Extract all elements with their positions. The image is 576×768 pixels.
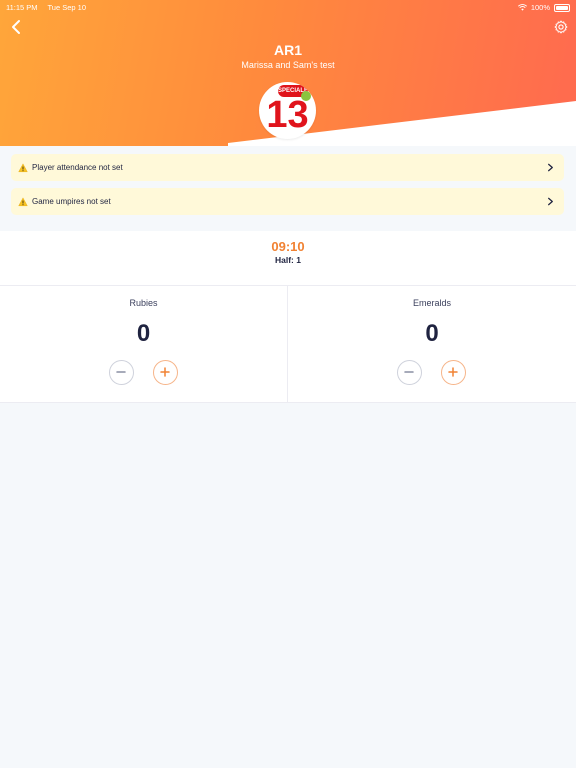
settings-gear-icon[interactable]	[554, 20, 568, 34]
wifi-icon	[517, 4, 527, 11]
decrement-score-button[interactable]	[397, 360, 422, 385]
battery-percent: 100%	[530, 3, 550, 12]
game-subtitle: Marissa and Sam's test	[241, 60, 335, 70]
minus-icon	[116, 371, 126, 373]
team-score: 0	[136, 320, 151, 347]
plus-icon	[160, 367, 170, 377]
chevron-right-icon	[548, 197, 553, 206]
status-bar: 11:15 PM Tue Sep 10 100%	[0, 0, 576, 14]
decrement-score-button[interactable]	[109, 360, 134, 385]
team-panel-away: Emeralds 0	[288, 286, 576, 402]
chevron-right-icon	[548, 163, 553, 172]
team-name: Rubies	[129, 298, 158, 308]
plus-icon	[448, 367, 458, 377]
team-score: 0	[425, 320, 439, 347]
increment-score-button[interactable]	[441, 360, 466, 385]
warning-icon	[18, 162, 28, 172]
alert-player-attendance[interactable]: Player attendance not set	[11, 154, 564, 181]
increment-score-button[interactable]	[153, 360, 178, 385]
team-name: Emeralds	[412, 298, 451, 308]
status-time: 11:15 PM	[6, 3, 38, 12]
team-logo: 13 SPECIALE	[259, 82, 316, 139]
alert-game-umpires[interactable]: Game umpires not set	[11, 188, 564, 215]
battery-icon	[554, 3, 570, 12]
minus-icon	[404, 371, 414, 373]
alert-text: Player attendance not set	[32, 163, 123, 172]
game-title: AR1	[273, 42, 302, 58]
clock-time: 09:10	[271, 239, 305, 254]
game-clock[interactable]: 09:10 Half: 1	[0, 231, 576, 285]
logo-dot-icon	[301, 91, 311, 101]
status-date: Tue Sep 10	[47, 3, 87, 12]
alert-text: Game umpires not set	[32, 197, 111, 206]
team-panel-home: Rubies 0	[0, 286, 288, 402]
scoreboard: Rubies 0 Emeralds 0	[0, 285, 576, 403]
clock-half: Half: 1	[275, 255, 301, 265]
warning-icon	[18, 196, 28, 206]
back-chevron-icon[interactable]	[9, 19, 25, 35]
